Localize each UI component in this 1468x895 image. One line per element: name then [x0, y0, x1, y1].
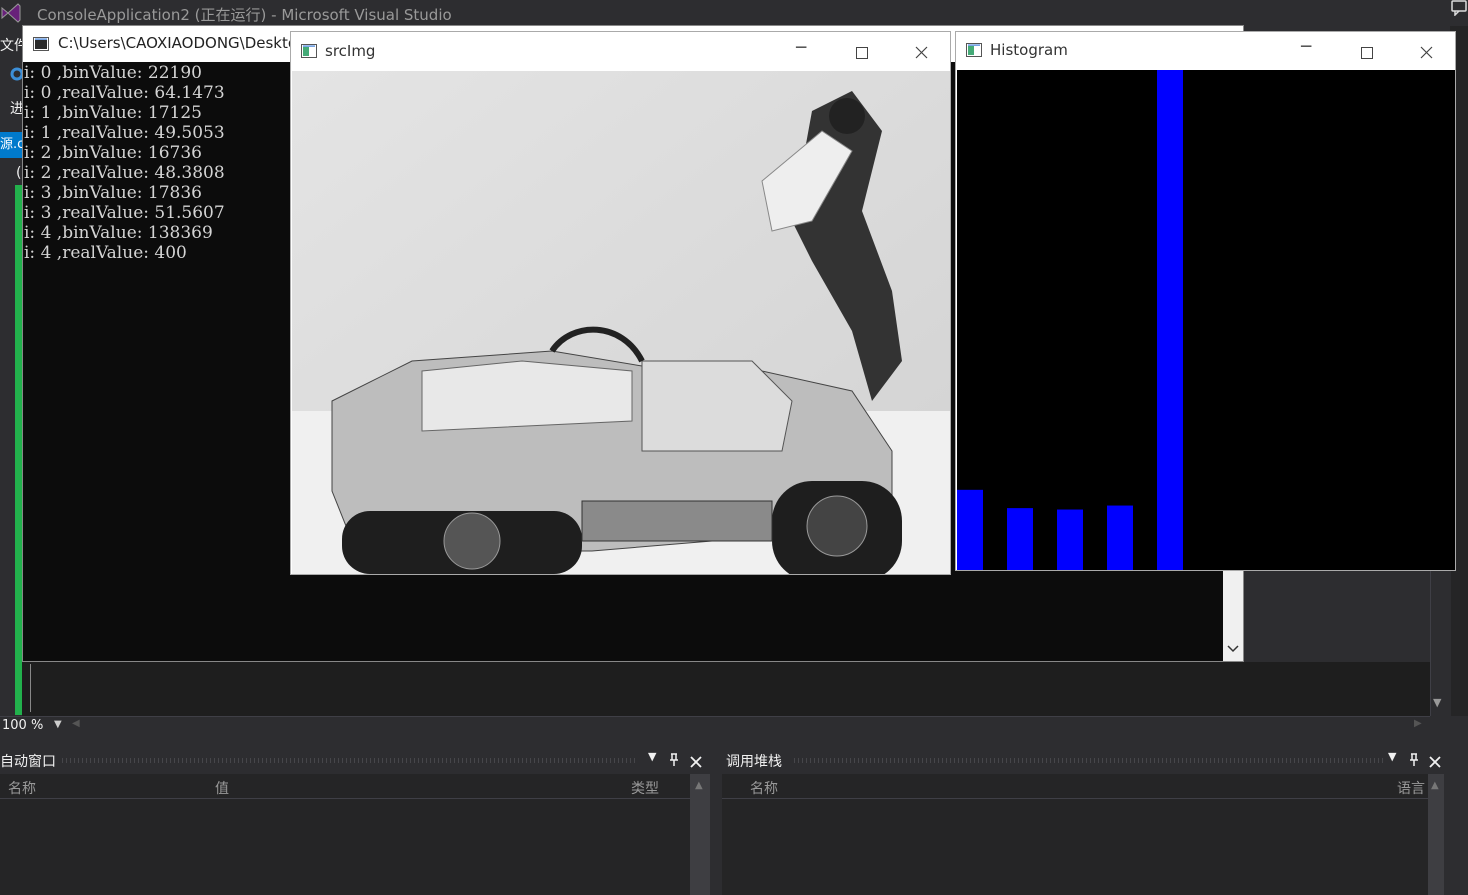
minimize-icon[interactable]: ─ [796, 38, 806, 58]
close-icon[interactable] [690, 753, 702, 772]
console-app-icon [33, 36, 49, 51]
srcimg-title: srcImg [325, 42, 376, 60]
histogram-canvas [957, 70, 1455, 570]
autos-title: 自动窗口 [0, 754, 56, 770]
chevron-down-icon[interactable] [1227, 642, 1239, 656]
close-icon[interactable] [1429, 753, 1441, 772]
histogram-bar [1007, 508, 1033, 570]
autos-panel[interactable]: 自动窗口 ▼ 名称 值 类型 ▲ [0, 746, 710, 895]
autos-col-value[interactable]: 值 [215, 778, 229, 798]
autos-column-header [0, 774, 690, 799]
panel-grip[interactable] [62, 758, 637, 763]
srcimg-app-icon [301, 43, 317, 62]
call-stack-col-lang[interactable]: 语言 [1397, 778, 1425, 798]
visual-studio-logo-icon [0, 2, 22, 24]
histogram-bar [1057, 509, 1083, 570]
histogram-bar [957, 489, 983, 570]
call-stack-panel[interactable]: 调用堆栈 ▼ 名称 语言 ▲ [722, 746, 1444, 895]
histogram-window[interactable]: Histogram ─ [955, 31, 1456, 571]
scroll-down-arrow-icon[interactable]: ▼ [1433, 696, 1441, 709]
pin-icon[interactable] [668, 752, 680, 771]
scroll-left-arrow-icon[interactable]: ◀ [72, 718, 80, 729]
window-title: ConsoleApplication2 (正在运行) - Microsoft V… [37, 6, 452, 24]
robot-photo [292, 71, 950, 574]
histogram-app-icon [966, 42, 982, 61]
dropdown-icon[interactable]: ▼ [1388, 750, 1396, 763]
dropdown-icon[interactable]: ▼ [648, 750, 656, 763]
paren-label: ( [16, 165, 22, 181]
minimize-icon[interactable]: ─ [1301, 37, 1311, 57]
close-icon[interactable] [915, 44, 928, 63]
autos-col-type[interactable]: 类型 [631, 778, 659, 798]
console-output: i: 0 ,binValue: 22190 i: 0 ,realValue: 64… [24, 63, 225, 263]
console-line: i: 3 ,realValue: 51.5607 [24, 203, 225, 223]
console-line: i: 4 ,realValue: 400 [24, 243, 187, 263]
call-stack-scrollbar[interactable] [1428, 774, 1444, 895]
scroll-up-arrow-icon[interactable]: ▲ [695, 780, 703, 791]
run-indicator-bar [15, 185, 22, 715]
call-stack-title: 调用堆栈 [726, 754, 782, 770]
back-nav-icon[interactable] [10, 66, 24, 81]
pin-icon[interactable] [1408, 752, 1420, 771]
call-stack-column-header [722, 774, 1428, 799]
close-icon[interactable] [1420, 44, 1433, 63]
zoom-level[interactable]: 100 % [2, 718, 43, 733]
call-stack-col-name[interactable]: 名称 [750, 778, 778, 798]
console-line: i: 1 ,binValue: 17125 [24, 103, 202, 123]
histogram-title: Histogram [990, 41, 1068, 59]
maximize-icon[interactable] [856, 44, 868, 63]
file-tab[interactable]: 源.c [0, 132, 22, 158]
maximize-icon[interactable] [1361, 44, 1373, 63]
console-line: i: 1 ,realValue: 49.5053 [24, 123, 225, 143]
console-line: i: 0 ,binValue: 22190 [24, 63, 202, 83]
console-line: i: 0 ,realValue: 64.1473 [24, 83, 225, 103]
text-caret [30, 664, 31, 712]
console-line: i: 3 ,binValue: 17836 [24, 183, 202, 203]
editor-status-bar [0, 716, 1430, 737]
scroll-right-arrow-icon[interactable]: ▶ [1414, 718, 1422, 729]
notification-icon[interactable] [1450, 0, 1468, 17]
srcimg-window[interactable]: srcImg ─ [290, 31, 951, 575]
console-title: C:\Users\CAOXIAODONG\Desktop [58, 34, 307, 52]
autos-col-name[interactable]: 名称 [8, 778, 36, 798]
panel-grip[interactable] [794, 758, 1384, 763]
autos-scrollbar[interactable] [690, 774, 710, 895]
code-editor[interactable] [22, 662, 1430, 716]
zoom-dropdown-icon[interactable]: ▼ [54, 719, 62, 730]
histogram-bar [1107, 505, 1133, 570]
console-line: i: 2 ,realValue: 48.3808 [24, 163, 225, 183]
console-line: i: 2 ,binValue: 16736 [24, 143, 202, 163]
console-line: i: 4 ,binValue: 138369 [24, 223, 213, 243]
scroll-up-arrow-icon[interactable]: ▲ [1431, 780, 1439, 791]
histogram-bar [1157, 70, 1183, 570]
